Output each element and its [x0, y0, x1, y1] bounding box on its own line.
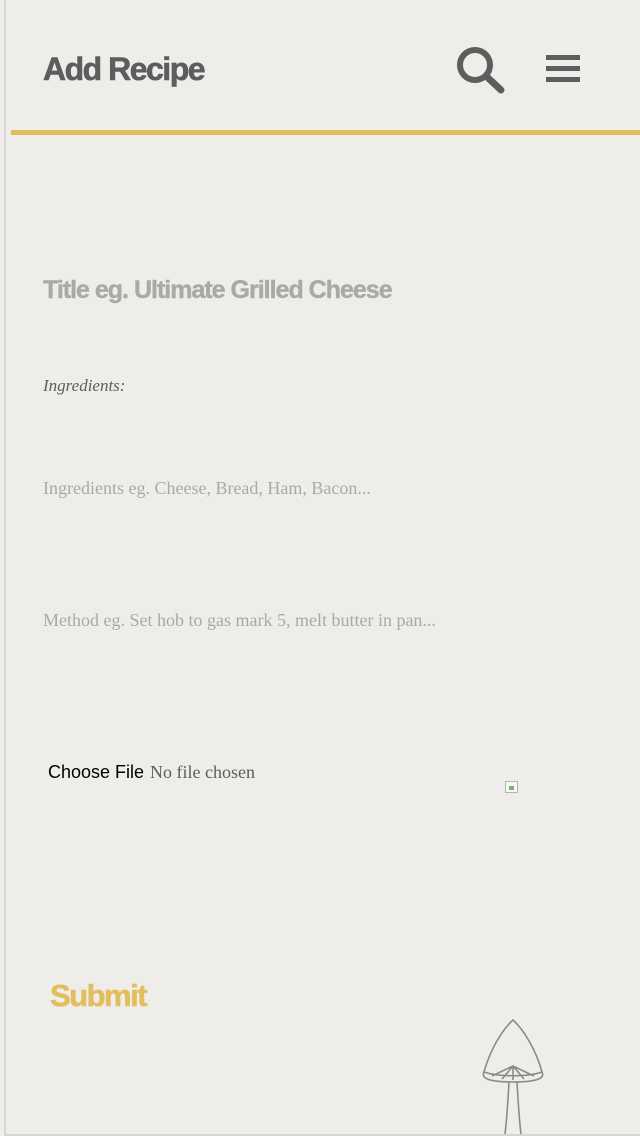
- broken-image-icon: [505, 781, 518, 793]
- search-icon: [457, 47, 505, 94]
- choose-file-button[interactable]: Choose File: [48, 762, 144, 783]
- mushroom-icon: [482, 1018, 544, 1135]
- recipe-title-input[interactable]: [43, 268, 603, 312]
- page-left-border: [4, 0, 6, 1136]
- file-status-text: No file chosen: [150, 762, 256, 782]
- page-title: Add Recipe: [43, 51, 206, 88]
- hamburger-menu-icon: [546, 55, 580, 82]
- header-divider: [11, 130, 640, 135]
- menu-button[interactable]: [542, 50, 584, 88]
- submit-button[interactable]: Submit: [50, 974, 148, 1018]
- ingredients-input[interactable]: [43, 474, 603, 502]
- file-upload: Choose File No file chosen: [48, 762, 255, 790]
- ingredients-label: Ingredients:: [43, 376, 126, 395]
- app-header: Add Recipe: [0, 0, 640, 136]
- method-input[interactable]: [43, 606, 603, 634]
- search-button[interactable]: [454, 44, 508, 96]
